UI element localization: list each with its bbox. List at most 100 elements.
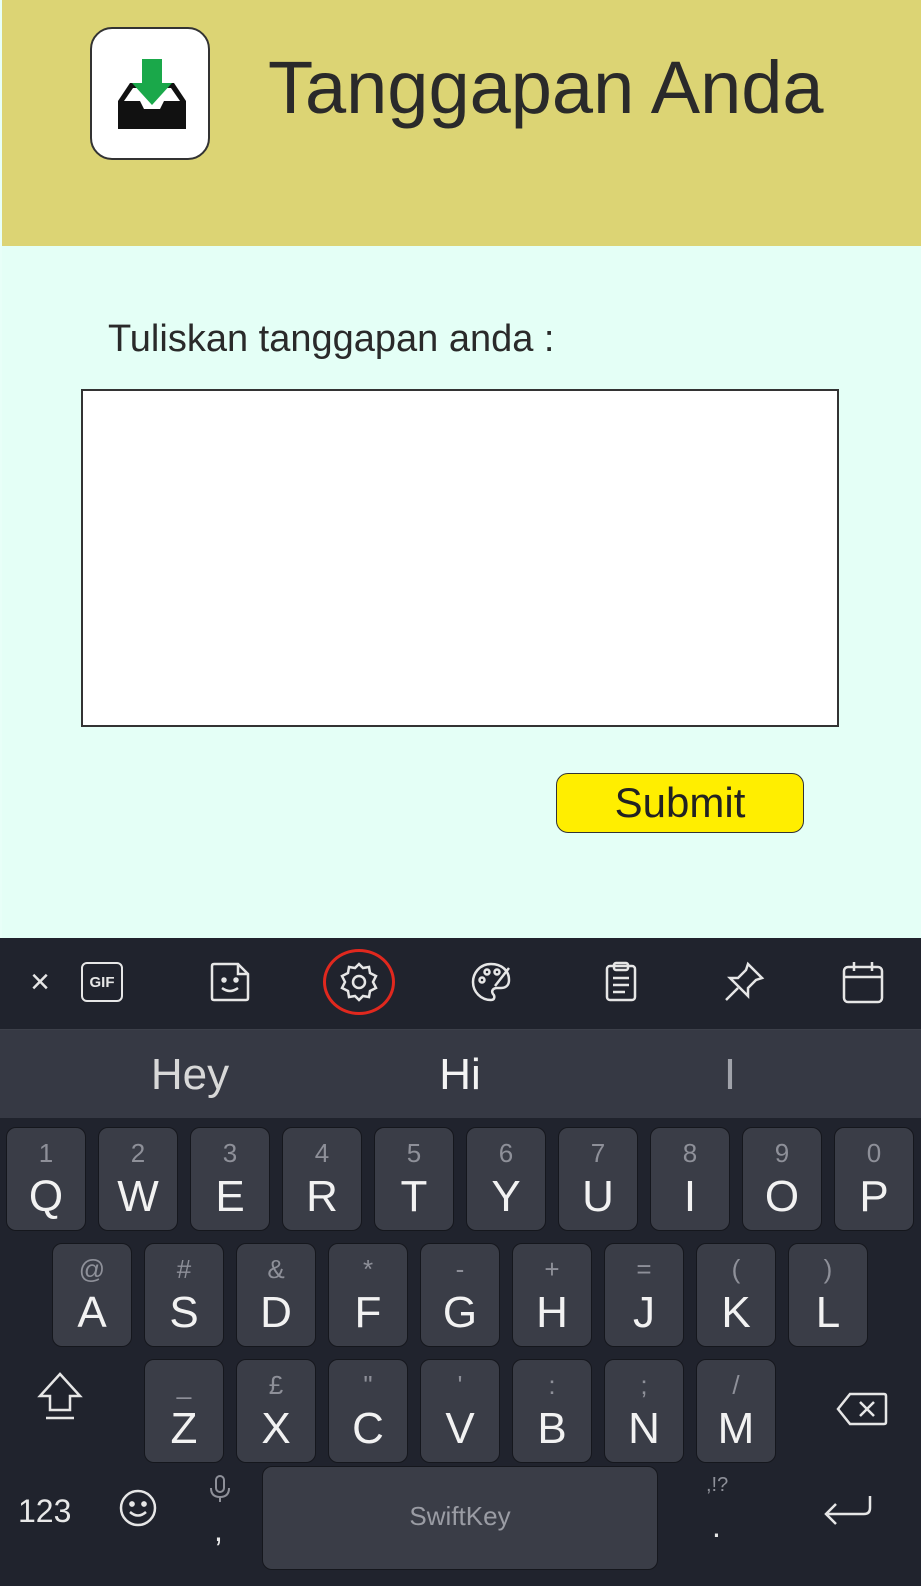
key-w-secondary: 2 bbox=[130, 1138, 146, 1168]
key-s[interactable]: # S bbox=[144, 1243, 224, 1347]
key-p-label: P bbox=[859, 1172, 889, 1221]
key-b-label: B bbox=[537, 1404, 567, 1453]
key-d-label: D bbox=[260, 1288, 292, 1337]
key-c-secondary: " bbox=[363, 1370, 373, 1400]
key-a-secondary: @ bbox=[78, 1254, 106, 1284]
shift-icon[interactable] bbox=[36, 1370, 84, 1427]
settings-icon[interactable] bbox=[327, 950, 391, 1014]
key-e-label: E bbox=[215, 1172, 245, 1221]
key-p[interactable]: 0P bbox=[834, 1127, 914, 1231]
key-r[interactable]: 4R bbox=[282, 1127, 362, 1231]
key-x[interactable]: £ X bbox=[236, 1359, 316, 1463]
key-g[interactable]: -G bbox=[420, 1243, 500, 1347]
sticker-icon[interactable] bbox=[198, 950, 262, 1014]
key-z[interactable]: _ Z bbox=[144, 1359, 224, 1463]
suggestion-hey[interactable]: Hey bbox=[130, 1050, 250, 1100]
feedback-label: Tuliskan tanggapan anda : bbox=[108, 318, 555, 360]
key-g-secondary: - bbox=[455, 1254, 465, 1284]
key-h[interactable]: + H bbox=[512, 1243, 592, 1347]
key-o-secondary: 9 bbox=[774, 1138, 790, 1168]
key-f[interactable]: * F bbox=[328, 1243, 408, 1347]
key-s-label: S bbox=[169, 1288, 199, 1337]
key-h-label: H bbox=[536, 1288, 568, 1337]
microphone-icon[interactable] bbox=[208, 1474, 232, 1509]
key-u[interactable]: 7U bbox=[558, 1127, 638, 1231]
key-i[interactable]: 8I bbox=[650, 1127, 730, 1231]
key-k-secondary: ( bbox=[731, 1254, 741, 1284]
key-s-secondary: # bbox=[176, 1254, 192, 1284]
gif-icon[interactable]: GIF bbox=[70, 950, 134, 1014]
key-k-label: K bbox=[721, 1288, 751, 1337]
key-p-secondary: 0 bbox=[866, 1138, 882, 1168]
key-y-secondary: 6 bbox=[498, 1138, 514, 1168]
key-q-label: Q bbox=[28, 1172, 64, 1221]
key-z-label: Z bbox=[170, 1404, 198, 1453]
period-key[interactable]: . bbox=[712, 1508, 721, 1545]
key-o[interactable]: 9O bbox=[742, 1127, 822, 1231]
gif-label: GIF bbox=[81, 962, 123, 1002]
suggestion-i[interactable]: I bbox=[700, 1050, 760, 1100]
key-a[interactable]: @ A bbox=[52, 1243, 132, 1347]
key-b[interactable]: :B bbox=[512, 1359, 592, 1463]
keyboard-toolbar: × GIF bbox=[0, 938, 921, 1029]
key-l-secondary: ) bbox=[823, 1254, 833, 1284]
key-q[interactable]: 1Q bbox=[6, 1127, 86, 1231]
enter-icon[interactable] bbox=[822, 1494, 874, 1531]
close-icon[interactable]: × bbox=[8, 950, 72, 1014]
key-l-label: L bbox=[815, 1288, 841, 1337]
key-l[interactable]: ) L bbox=[788, 1243, 868, 1347]
key-j[interactable]: = J bbox=[604, 1243, 684, 1347]
suggestion-hi[interactable]: Hi bbox=[400, 1050, 520, 1100]
clipboard-icon[interactable] bbox=[589, 950, 653, 1014]
key-x-secondary: £ bbox=[268, 1370, 284, 1400]
submit-button[interactable]: Submit bbox=[556, 773, 804, 833]
key-w-label: W bbox=[117, 1172, 159, 1221]
page-title: Tanggapan Anda bbox=[268, 46, 824, 129]
key-f-label: F bbox=[354, 1288, 382, 1337]
key-u-secondary: 7 bbox=[590, 1138, 606, 1168]
key-c[interactable]: " C bbox=[328, 1359, 408, 1463]
feedback-textarea[interactable] bbox=[81, 389, 839, 727]
key-j-label: J bbox=[633, 1288, 655, 1337]
key-g-label: G bbox=[442, 1288, 478, 1337]
key-c-label: C bbox=[352, 1404, 384, 1453]
numbers-key[interactable]: 123 bbox=[18, 1493, 71, 1530]
key-q-secondary: 1 bbox=[38, 1138, 54, 1168]
key-t[interactable]: 5T bbox=[374, 1127, 454, 1231]
key-w[interactable]: 2W bbox=[98, 1127, 178, 1231]
key-i-label: I bbox=[683, 1172, 697, 1221]
key-v[interactable]: ' V bbox=[420, 1359, 500, 1463]
app-header: Tanggapan Anda bbox=[2, 0, 921, 246]
spacebar-label: SwiftKey bbox=[409, 1501, 511, 1531]
key-h-secondary: + bbox=[544, 1254, 560, 1284]
key-m-secondary: / bbox=[732, 1370, 740, 1400]
calendar-icon[interactable] bbox=[831, 950, 895, 1014]
key-j-secondary: = bbox=[636, 1254, 652, 1284]
key-y[interactable]: 6Y bbox=[466, 1127, 546, 1231]
key-z-secondary: _ bbox=[176, 1370, 192, 1400]
key-x-label: X bbox=[261, 1404, 291, 1453]
key-d-secondary: & bbox=[267, 1254, 285, 1284]
key-n-secondary: ; bbox=[640, 1370, 648, 1400]
key-e[interactable]: 3E bbox=[190, 1127, 270, 1231]
key-y-label: Y bbox=[491, 1172, 521, 1221]
key-d[interactable]: & D bbox=[236, 1243, 316, 1347]
emoji-icon[interactable] bbox=[118, 1488, 158, 1533]
key-t-label: T bbox=[400, 1172, 428, 1221]
key-m[interactable]: / M bbox=[696, 1359, 776, 1463]
punctuation-hint: ,!? bbox=[706, 1474, 729, 1496]
theme-icon[interactable] bbox=[459, 950, 523, 1014]
spacebar[interactable]: SwiftKey bbox=[262, 1466, 658, 1570]
key-k[interactable]: (K bbox=[696, 1243, 776, 1347]
key-n[interactable]: ; N bbox=[604, 1359, 684, 1463]
key-r-secondary: 4 bbox=[314, 1138, 330, 1168]
key-f-secondary: * bbox=[362, 1254, 374, 1284]
comma-key[interactable]: , bbox=[214, 1512, 223, 1549]
key-v-secondary: ' bbox=[457, 1370, 463, 1400]
key-m-label: M bbox=[717, 1404, 755, 1453]
backspace-icon[interactable] bbox=[836, 1392, 888, 1431]
key-r-label: R bbox=[306, 1172, 338, 1221]
pin-icon[interactable] bbox=[712, 950, 776, 1014]
inbox-download-icon bbox=[90, 27, 210, 160]
key-v-label: V bbox=[445, 1404, 475, 1453]
